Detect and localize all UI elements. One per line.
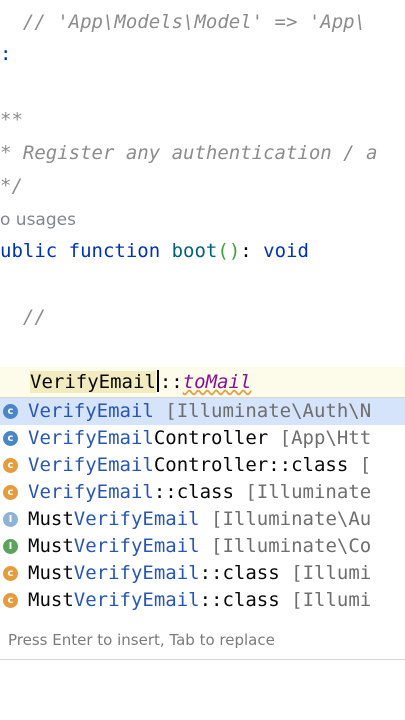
completion-prefix: Must bbox=[28, 562, 74, 584]
line-comment: // bbox=[0, 306, 46, 328]
completion-match: VerifyEmail bbox=[28, 454, 154, 476]
code-line-brace: : bbox=[0, 43, 12, 65]
completion-item[interactable]: c MustVerifyEmail::class [Illumi bbox=[0, 560, 405, 587]
completion-namespace: [Illumi bbox=[279, 562, 372, 584]
completion-item-text: VerifyEmail::class [Illuminate bbox=[28, 479, 371, 506]
completion-prefix: Must bbox=[28, 508, 74, 530]
interface-icon: I bbox=[3, 512, 18, 527]
completion-item-text: MustVerifyEmail [Illuminate\Au bbox=[28, 506, 371, 533]
method-parens: () bbox=[217, 240, 241, 262]
return-colon: : bbox=[240, 240, 252, 262]
completion-namespace: [Illumi bbox=[279, 589, 372, 611]
docblock-end: */ bbox=[0, 175, 23, 197]
completion-item-text: VerifyEmailController::class [ bbox=[28, 452, 371, 479]
usages-hint[interactable]: o usages bbox=[0, 208, 76, 232]
method-name: boot bbox=[171, 240, 218, 262]
completion-match: VerifyEmail bbox=[73, 508, 200, 530]
completion-match: VerifyEmail bbox=[28, 427, 154, 449]
completion-rest: Controller bbox=[153, 427, 269, 449]
code-comment-line: // 'App\Models\Model' => 'App\ bbox=[0, 11, 367, 33]
completion-prefix: Must bbox=[28, 535, 74, 557]
method-signature: ublic function boot(): void bbox=[0, 239, 309, 263]
completion-item[interactable]: c VerifyEmail [Illuminate\Auth\N bbox=[0, 398, 405, 425]
completion-namespace: [ bbox=[348, 454, 372, 476]
constant-icon: c bbox=[3, 593, 18, 608]
completion-namespace: [App\Htt bbox=[268, 427, 372, 449]
completion-match: VerifyEmail bbox=[73, 535, 200, 557]
docblock-text: * Register any authentication / a bbox=[0, 142, 378, 164]
class-icon: c bbox=[3, 431, 18, 446]
completion-item[interactable]: I MustVerifyEmail [Illuminate\Co bbox=[0, 533, 405, 560]
keyword-public-function: ublic function bbox=[0, 240, 161, 262]
completion-item-text: VerifyEmailController [App\Htt bbox=[28, 425, 371, 452]
completion-item-text: MustVerifyEmail::class [Illumi bbox=[28, 587, 371, 614]
completion-namespace: [Illuminate bbox=[233, 481, 372, 503]
completion-item[interactable]: c VerifyEmailController [App\Htt bbox=[0, 425, 405, 452]
completion-item[interactable]: c VerifyEmailController::class [ bbox=[0, 452, 405, 479]
completion-item[interactable]: c MustVerifyEmail::class [Illumi bbox=[0, 587, 405, 614]
completion-prefix: Must bbox=[28, 589, 74, 611]
static-member: toMail bbox=[182, 371, 252, 393]
current-identifier: VerifyEmail bbox=[30, 371, 156, 393]
completion-rest: ::class bbox=[199, 589, 280, 611]
completion-match: VerifyEmail bbox=[28, 481, 154, 503]
completion-rest: ::class bbox=[199, 562, 280, 584]
current-line[interactable]: VerifyEmail::toMail bbox=[30, 370, 251, 394]
completion-rest: ::class bbox=[153, 481, 234, 503]
completion-rest: Controller::class bbox=[153, 454, 349, 476]
docblock-start: ** bbox=[0, 109, 23, 131]
completion-match: VerifyEmail bbox=[73, 589, 200, 611]
completion-item-text: VerifyEmail [Illuminate\Auth\N bbox=[28, 398, 371, 425]
completion-item[interactable]: I MustVerifyEmail [Illuminate\Au bbox=[0, 506, 405, 533]
completion-item[interactable]: c VerifyEmail::class [Illuminate bbox=[0, 479, 405, 506]
completion-namespace: [Illuminate\Auth\N bbox=[153, 400, 372, 422]
constant-icon: c bbox=[3, 566, 18, 581]
completion-item-text: MustVerifyEmail [Illuminate\Co bbox=[28, 533, 371, 560]
completion-item-text: MustVerifyEmail::class [Illumi bbox=[28, 560, 371, 587]
completion-hint: Press Enter to insert, Tab to replace bbox=[8, 631, 275, 649]
completion-match: VerifyEmail bbox=[28, 400, 154, 422]
interface-icon: I bbox=[3, 539, 18, 554]
completion-popup[interactable]: c VerifyEmail [Illuminate\Auth\N c VerifyEm… bbox=[0, 397, 405, 660]
return-type: void bbox=[263, 240, 309, 262]
completion-match: VerifyEmail bbox=[73, 562, 200, 584]
class-icon: c bbox=[3, 404, 18, 419]
text-caret bbox=[156, 370, 159, 392]
completion-namespace: [Illuminate\Co bbox=[199, 535, 372, 557]
constant-icon: c bbox=[3, 485, 18, 500]
completion-namespace: [Illuminate\Au bbox=[199, 508, 372, 530]
constant-icon: c bbox=[3, 458, 18, 473]
scope-operator: :: bbox=[159, 371, 183, 393]
